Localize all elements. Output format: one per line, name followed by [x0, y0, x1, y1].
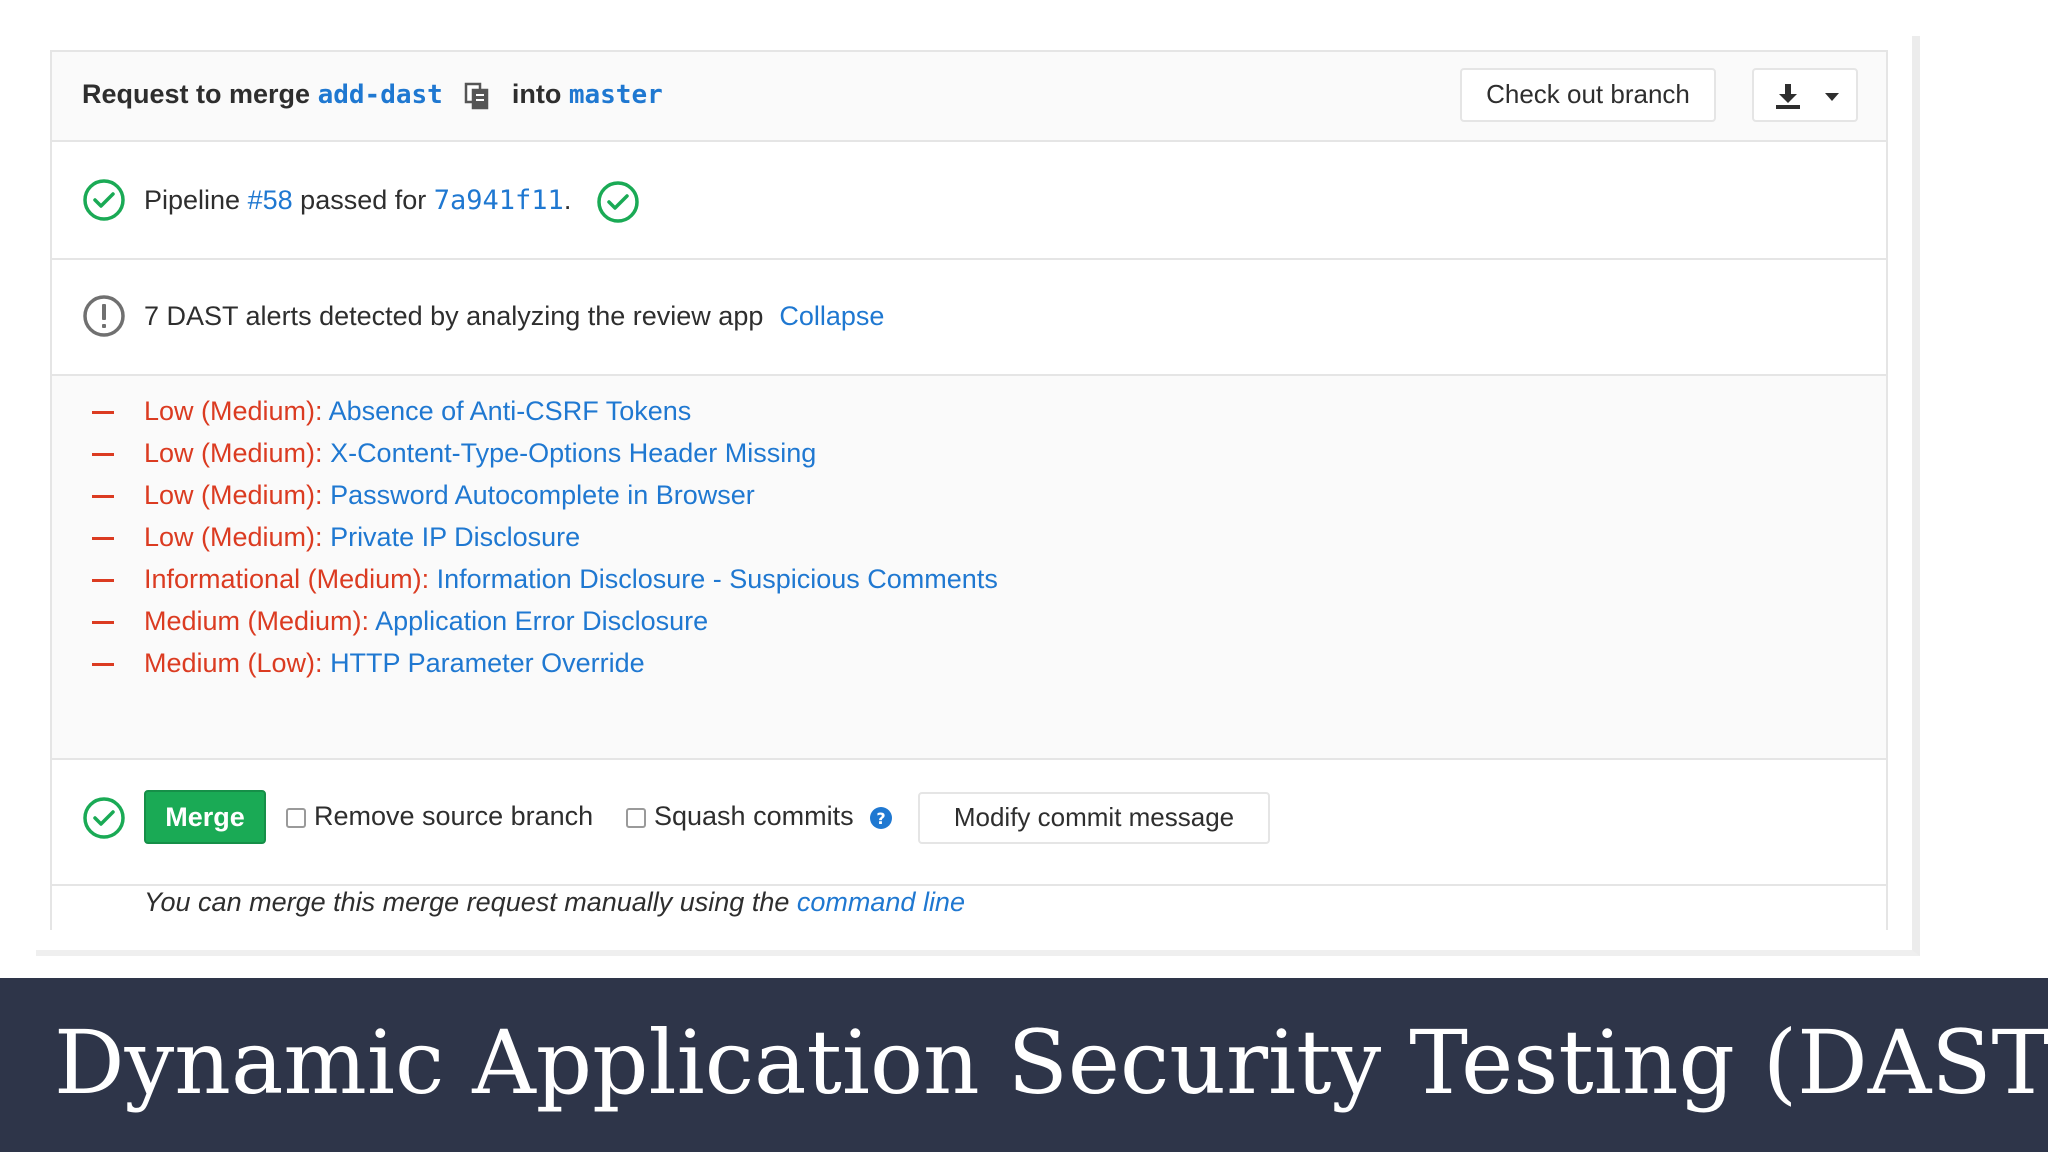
alert-severity: Low (Medium):	[144, 480, 323, 510]
alert-severity: Medium (Low):	[144, 648, 323, 678]
pipeline-id-link[interactable]: #58	[248, 185, 293, 215]
remove-source-branch-checkbox[interactable]	[286, 807, 306, 828]
pipeline-middle: passed for	[300, 185, 427, 215]
dast-summary-row: 7 DAST alerts detected by analyzing the …	[52, 260, 1886, 376]
minus-icon	[92, 453, 114, 457]
pipeline-status-text: Pipeline #58 passed for 7a941f11.	[144, 182, 571, 219]
alert-item: Informational (Medium): Information Disc…	[92, 558, 998, 600]
question-circle-icon[interactable]: ?	[869, 806, 893, 830]
copy-icon[interactable]	[464, 82, 490, 110]
minus-icon	[92, 495, 114, 499]
squash-commits-option[interactable]: Squash commits ?	[626, 796, 893, 836]
manual-merge-text: You can merge this merge request manuall…	[144, 882, 965, 922]
slide: Request to merge add-dast into master Ch…	[0, 0, 2048, 1152]
alert-item: Low (Medium): Private IP Disclosure	[92, 516, 998, 558]
dast-alert-list-row: Low (Medium): Absence of Anti-CSRF Token…	[52, 376, 1886, 760]
remove-source-branch-option[interactable]: Remove source branch	[286, 796, 593, 836]
commit-sha-link[interactable]: 7a941f11	[434, 185, 564, 216]
dast-summary-text: 7 DAST alerts detected by analyzing the …	[144, 298, 884, 334]
source-branch-link[interactable]: add-dast	[318, 80, 443, 110]
alert-name-link[interactable]: X-Content-Type-Options Header Missing	[330, 438, 816, 468]
target-branch-link[interactable]: master	[569, 80, 663, 110]
merge-request-header: Request to merge add-dast into master Ch…	[52, 52, 1886, 142]
modify-commit-message-button[interactable]: Modify commit message	[918, 792, 1270, 844]
command-line-link[interactable]: command line	[797, 887, 965, 917]
merge-request-widget: Request to merge add-dast into master Ch…	[50, 50, 1888, 930]
pipeline-status-row: Pipeline #58 passed for 7a941f11.	[52, 142, 1886, 260]
squash-commits-label: Squash commits	[654, 801, 854, 831]
dast-summary: 7 DAST alerts detected by analyzing the …	[144, 301, 764, 331]
download-dropdown-button[interactable]	[1752, 68, 1858, 122]
manual-merge-message: You can merge this merge request manuall…	[144, 887, 790, 917]
dast-alert-list: Low (Medium): Absence of Anti-CSRF Token…	[92, 390, 998, 684]
alert-item: Low (Medium): X-Content-Type-Options Hea…	[92, 432, 998, 474]
collapse-link[interactable]: Collapse	[779, 301, 884, 331]
squash-commits-checkbox[interactable]	[626, 807, 646, 828]
warning-icon	[83, 295, 125, 337]
alert-name-link[interactable]: HTTP Parameter Override	[330, 648, 645, 678]
svg-text:?: ?	[876, 809, 885, 828]
alert-item: Low (Medium): Password Autocomplete in B…	[92, 474, 998, 516]
ci-status-icon[interactable]	[596, 180, 640, 224]
alert-severity: Low (Medium):	[144, 522, 323, 552]
request-prefix: Request to merge	[82, 79, 311, 109]
slide-title: Dynamic Application Security Testing (DA…	[54, 1011, 2048, 1114]
minus-icon	[92, 579, 114, 583]
ready-to-merge-icon	[83, 797, 125, 839]
minus-icon	[92, 621, 114, 625]
alert-severity: Low (Medium):	[144, 396, 323, 426]
pipeline-success-icon	[83, 179, 125, 221]
alert-severity: Medium (Medium):	[144, 606, 370, 636]
manual-merge-row: You can merge this merge request manuall…	[52, 886, 1886, 930]
minus-icon	[92, 411, 114, 415]
download-icon	[1776, 84, 1800, 109]
pipeline-suffix: .	[563, 185, 572, 215]
remove-source-branch-label: Remove source branch	[314, 801, 594, 831]
alert-name-link[interactable]: Password Autocomplete in Browser	[330, 480, 755, 510]
merge-request-title: Request to merge add-dast into master	[82, 76, 663, 113]
merge-button[interactable]: Merge	[144, 790, 266, 844]
title-banner: Dynamic Application Security Testing (DA…	[0, 978, 2048, 1152]
minus-icon	[92, 663, 114, 667]
alert-item: Medium (Low): HTTP Parameter Override	[92, 642, 998, 684]
alert-name-link[interactable]: Application Error Disclosure	[375, 606, 708, 636]
caret-down-icon	[1825, 93, 1839, 101]
check-out-branch-button[interactable]: Check out branch	[1460, 68, 1716, 122]
alert-severity: Informational (Medium):	[144, 564, 430, 594]
alert-severity: Low (Medium):	[144, 438, 323, 468]
alert-name-link[interactable]: Private IP Disclosure	[330, 522, 580, 552]
into-text: into	[511, 79, 562, 109]
merge-actions-row: Merge Remove source branch Squash commit…	[52, 760, 1886, 886]
alert-name-link[interactable]: Absence of Anti-CSRF Tokens	[329, 396, 692, 426]
alert-item: Medium (Medium): Application Error Discl…	[92, 600, 998, 642]
pipeline-prefix: Pipeline	[144, 185, 241, 215]
minus-icon	[92, 537, 114, 541]
alert-name-link[interactable]: Information Disclosure - Suspicious Comm…	[437, 564, 998, 594]
alert-item: Low (Medium): Absence of Anti-CSRF Token…	[92, 390, 998, 432]
